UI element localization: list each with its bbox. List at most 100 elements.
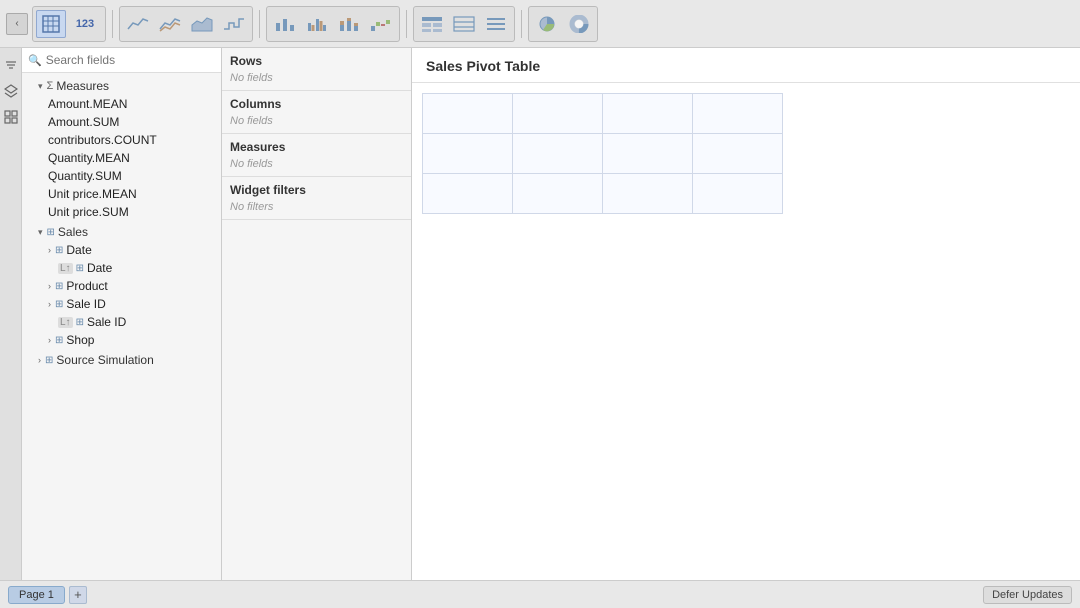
- sep1: [112, 10, 113, 38]
- measures-empty: No fields: [230, 158, 403, 170]
- pivot-area: Sales Pivot Table: [412, 48, 1080, 580]
- nav-back-button[interactable]: ‹: [6, 13, 28, 35]
- filters-section: Widget filters No filters: [222, 177, 411, 220]
- pivot-table-container[interactable]: [412, 83, 1080, 580]
- unit-price-mean-label: Unit price.MEAN: [48, 187, 137, 201]
- amount-sum-item[interactable]: Amount.SUM: [22, 113, 221, 131]
- page-1-label: Page 1: [19, 589, 54, 601]
- date-sub-item[interactable]: L↑ ⊞ Date: [22, 259, 221, 277]
- date-cal-icon: ⊞: [55, 245, 63, 256]
- source-header[interactable]: › ⊞ Source Simulation: [22, 351, 221, 369]
- measures-arrow-icon: ▾: [38, 81, 43, 92]
- left-icon-2[interactable]: [2, 82, 20, 100]
- page-1-tab[interactable]: Page 1: [8, 586, 65, 604]
- pie-chart-icon: [536, 15, 558, 33]
- shop-hash-icon: ⊞: [55, 335, 63, 346]
- area-chart-icon: [191, 15, 213, 33]
- sales-group: ▾ ⊞ Sales › ⊞ Date L↑ ⊞ Date ›: [22, 223, 221, 349]
- source-label: Source Simulation: [56, 353, 153, 367]
- rows-section: Rows No fields: [222, 48, 411, 91]
- left-icon-1[interactable]: [2, 56, 20, 74]
- product-header[interactable]: › ⊞ Product: [22, 277, 221, 295]
- main-content: 🔍 ▾ Σ Measures Amount.MEAN Amount.SUM co…: [0, 48, 1080, 580]
- line-chart-2-button[interactable]: [155, 10, 185, 38]
- table-view-button[interactable]: [36, 10, 66, 38]
- quantity-sum-label: Quantity.SUM: [48, 169, 122, 183]
- left-icon-3[interactable]: [2, 108, 20, 126]
- bar-chart-2-button[interactable]: [302, 10, 332, 38]
- layers-icon: [4, 84, 18, 98]
- donut-chart-button[interactable]: [564, 10, 594, 38]
- quantity-sum-item[interactable]: Quantity.SUM: [22, 167, 221, 185]
- columns-title: Columns: [230, 97, 403, 111]
- unit-price-sum-item[interactable]: Unit price.SUM: [22, 203, 221, 221]
- pivot-row-2: [423, 134, 783, 174]
- product-hash-icon: ⊞: [55, 281, 63, 292]
- sales-arrow-icon: ▾: [38, 227, 43, 238]
- date-l-icon: L↑: [58, 263, 73, 274]
- layout-2-icon: [453, 15, 475, 33]
- source-arrow-icon: ›: [38, 355, 41, 365]
- date-sub-label: Date: [87, 261, 112, 275]
- waterfall-chart-button[interactable]: [366, 10, 396, 38]
- sidebar-tree: ▾ Σ Measures Amount.MEAN Amount.SUM cont…: [22, 73, 221, 580]
- rows-empty: No fields: [230, 72, 403, 84]
- add-page-button[interactable]: +: [69, 586, 87, 604]
- date-header[interactable]: › ⊞ Date: [22, 241, 221, 259]
- sale-id-l-icon: L↑: [58, 317, 73, 328]
- sep3: [406, 10, 407, 38]
- source-group: › ⊞ Source Simulation: [22, 351, 221, 369]
- layout-3-button[interactable]: [481, 10, 511, 38]
- filters-title: Widget filters: [230, 183, 403, 197]
- area-chart-button[interactable]: [187, 10, 217, 38]
- columns-empty: No fields: [230, 115, 403, 127]
- sales-db-icon: ⊞: [47, 227, 55, 238]
- sale-id-sub-item[interactable]: L↑ ⊞ Sale ID: [22, 313, 221, 331]
- waterfall-chart-icon: [370, 15, 392, 33]
- toolbar: ‹ 123: [0, 0, 1080, 48]
- pie-charts-group: [528, 6, 598, 42]
- layout-2-button[interactable]: [449, 10, 479, 38]
- stacked-bar-button[interactable]: [334, 10, 364, 38]
- layout-3-icon: [485, 15, 507, 33]
- sale-id-header[interactable]: › ⊞ Sale ID: [22, 295, 221, 313]
- columns-section: Columns No fields: [222, 91, 411, 134]
- pivot-table: [422, 93, 783, 214]
- defer-updates-button[interactable]: Defer Updates: [983, 586, 1072, 604]
- step-chart-button[interactable]: [219, 10, 249, 38]
- date-sub-cal-icon: ⊞: [76, 263, 84, 274]
- filter-icon: [4, 58, 18, 72]
- layout-1-button[interactable]: [417, 10, 447, 38]
- sale-id-sub-label: Sale ID: [87, 315, 126, 329]
- layout-1-icon: [421, 15, 443, 33]
- line-chart-1-icon: [127, 15, 149, 33]
- pivot-row-1: [423, 94, 783, 134]
- sale-id-arrow-icon: ›: [48, 299, 51, 309]
- sales-header[interactable]: ▾ ⊞ Sales: [22, 223, 221, 241]
- pie-chart-button[interactable]: [532, 10, 562, 38]
- pivot-cell-2-3: [603, 134, 693, 174]
- quantity-mean-label: Quantity.MEAN: [48, 151, 130, 165]
- quantity-mean-item[interactable]: Quantity.MEAN: [22, 149, 221, 167]
- defer-label: Defer Updates: [992, 589, 1063, 601]
- number-view-button[interactable]: 123: [68, 10, 102, 38]
- page-tabs: Page 1 +: [8, 586, 87, 604]
- amount-sum-label: Amount.SUM: [48, 115, 119, 129]
- pivot-cell-1-4: [693, 94, 783, 134]
- contributors-count-item[interactable]: contributors.COUNT: [22, 131, 221, 149]
- pivot-row-3: [423, 174, 783, 214]
- shop-arrow-icon: ›: [48, 335, 51, 345]
- date-label: Date: [66, 243, 91, 257]
- measures-header[interactable]: ▾ Σ Measures: [22, 77, 221, 95]
- sales-label: Sales: [58, 225, 88, 239]
- field-list-icon: [4, 110, 18, 124]
- sep4: [521, 10, 522, 38]
- pivot-cell-3-3: [603, 174, 693, 214]
- line-chart-1-button[interactable]: [123, 10, 153, 38]
- shop-header[interactable]: › ⊞ Shop: [22, 331, 221, 349]
- bar-chart-1-button[interactable]: [270, 10, 300, 38]
- stacked-bar-icon: [338, 15, 360, 33]
- search-input[interactable]: [46, 53, 215, 67]
- unit-price-mean-item[interactable]: Unit price.MEAN: [22, 185, 221, 203]
- amount-mean-item[interactable]: Amount.MEAN: [22, 95, 221, 113]
